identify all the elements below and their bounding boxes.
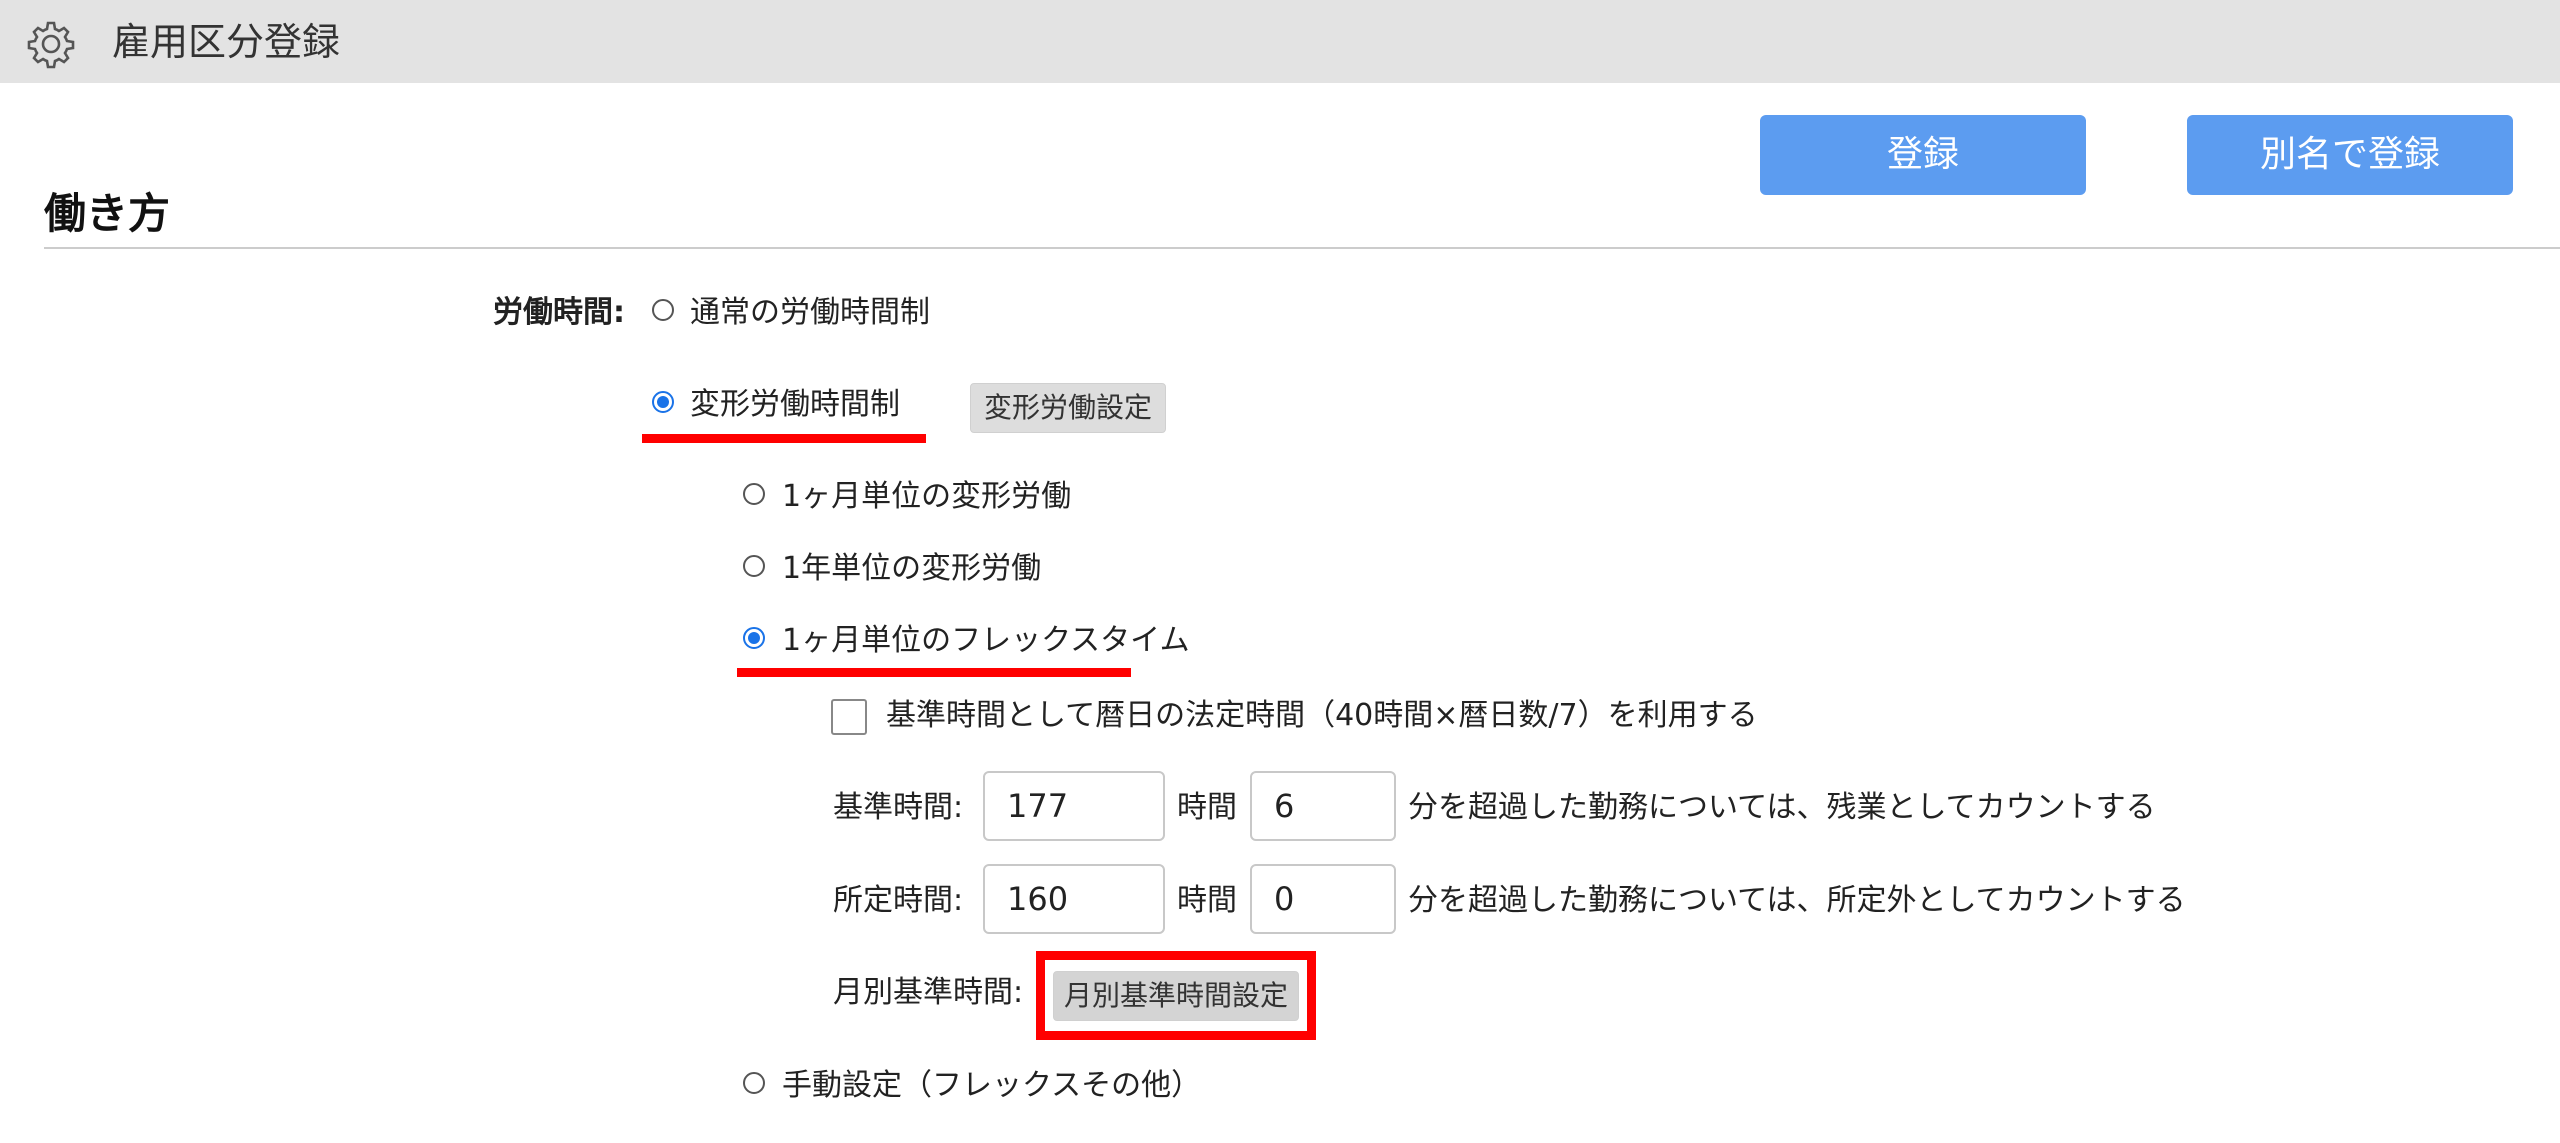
title-bar: 雇用区分登録 xyxy=(0,0,2560,83)
highlight-underline-flex xyxy=(737,668,1131,677)
scheduled-time-label: 所定時間: xyxy=(833,883,964,918)
variable-settings-button[interactable]: 変形労働設定 xyxy=(970,383,1166,433)
radio-manual-setting[interactable] xyxy=(743,1072,765,1094)
radio-manual-setting-label[interactable]: 手動設定（フレックスその他） xyxy=(782,1066,1201,1106)
base-time-hours-unit: 時間 xyxy=(1177,790,1237,825)
register-as-alias-button[interactable]: 別名で登録 xyxy=(2187,115,2513,195)
calendar-legal-hours-label[interactable]: 基準時間として暦日の法定時間（40時間×暦日数/7）を利用する xyxy=(886,696,1758,736)
radio-normal-hours[interactable] xyxy=(652,299,674,321)
register-button[interactable]: 登録 xyxy=(1760,115,2086,195)
radio-one-month-variable-label[interactable]: 1ヶ月単位の変形労働 xyxy=(782,477,1071,517)
radio-one-year-variable[interactable] xyxy=(743,555,765,577)
calendar-legal-hours-checkbox[interactable] xyxy=(831,699,867,735)
radio-normal-hours-label[interactable]: 通常の労働時間制 xyxy=(690,293,930,333)
radio-variable-hours[interactable] xyxy=(652,391,674,413)
radio-one-month-variable[interactable] xyxy=(743,483,765,505)
gear-icon[interactable] xyxy=(26,19,76,69)
scheduled-time-minutes-input[interactable] xyxy=(1250,864,1396,934)
radio-one-year-variable-label[interactable]: 1年単位の変形労働 xyxy=(782,549,1041,589)
base-time-minutes-input[interactable] xyxy=(1250,771,1396,841)
scheduled-time-suffix: 分を超過した勤務については、所定外としてカウントする xyxy=(1408,883,2186,918)
section-heading: 働き方 xyxy=(44,189,171,238)
base-time-suffix: 分を超過した勤務については、残業としてカウントする xyxy=(1408,790,2156,825)
radio-one-month-flex-label[interactable]: 1ヶ月単位のフレックスタイム xyxy=(782,621,1190,661)
radio-variable-hours-label[interactable]: 変形労働時間制 xyxy=(690,385,900,425)
window-title: 雇用区分登録 xyxy=(112,20,341,64)
working-hours-label: 労働時間: xyxy=(493,295,625,330)
highlight-underline-variable xyxy=(642,434,926,443)
radio-one-month-flex[interactable] xyxy=(743,627,765,649)
base-time-hours-input[interactable] xyxy=(983,771,1165,841)
scheduled-time-hours-unit: 時間 xyxy=(1177,883,1237,918)
section-divider xyxy=(44,247,2560,249)
monthly-base-label: 月別基準時間: xyxy=(833,975,1024,1010)
scheduled-time-hours-input[interactable] xyxy=(983,864,1165,934)
monthly-base-settings-button[interactable]: 月別基準時間設定 xyxy=(1053,971,1299,1021)
base-time-label: 基準時間: xyxy=(833,790,964,825)
